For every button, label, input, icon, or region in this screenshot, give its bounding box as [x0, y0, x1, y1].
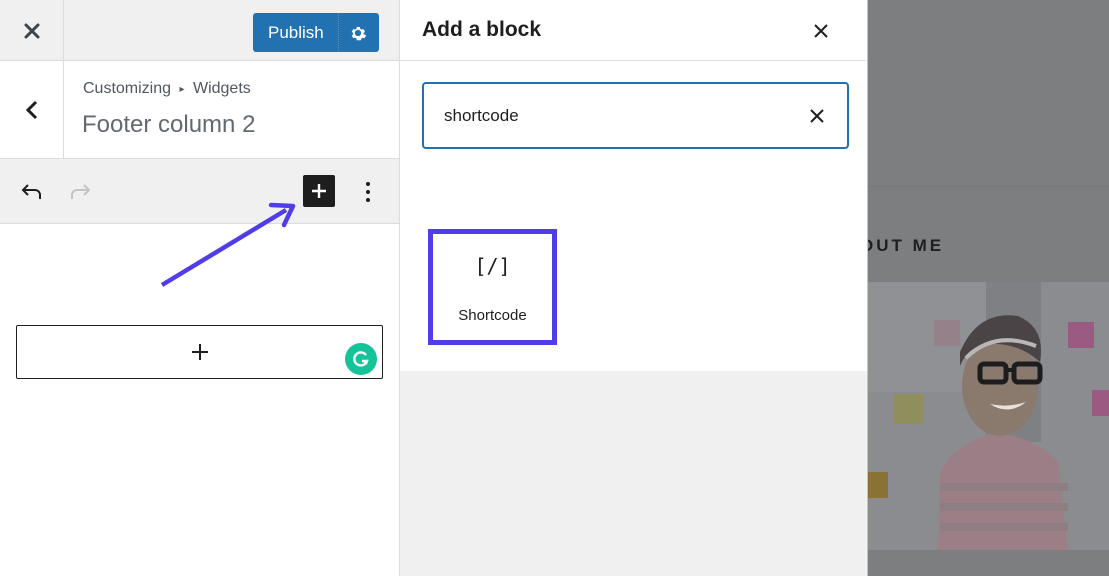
redo-button[interactable] — [63, 175, 97, 209]
grammarly-button[interactable] — [345, 343, 377, 375]
options-menu-button[interactable] — [351, 175, 385, 209]
clear-search-button[interactable] — [801, 100, 833, 132]
section-title: Footer column 2 — [82, 111, 256, 138]
undo-button[interactable] — [15, 175, 49, 209]
preview-divider — [868, 186, 1109, 187]
plus-icon — [312, 184, 326, 198]
more-vertical-icon — [366, 182, 370, 202]
publish-control: Publish — [253, 13, 379, 52]
block-search — [422, 82, 849, 149]
breadcrumb: Customizing ▸ Widgets — [83, 80, 251, 98]
close-icon — [24, 23, 39, 38]
gear-icon — [351, 26, 366, 40]
editor-toolbar — [0, 159, 399, 224]
preview-heading: OUT ME — [868, 236, 945, 255]
back-button[interactable] — [0, 61, 64, 158]
chevron-left-icon — [25, 100, 37, 119]
close-inserter-button[interactable] — [804, 14, 838, 48]
block-result-inner: [/] Shortcode — [433, 234, 552, 340]
close-customizer-button[interactable] — [0, 0, 64, 61]
customizer-header: Publish — [0, 0, 399, 61]
close-icon — [810, 109, 824, 123]
breadcrumb-current: Widgets — [192, 80, 251, 97]
portrait-image — [868, 282, 1109, 550]
shortcode-icon: [/] — [474, 254, 511, 278]
section-header: Customizing ▸ Widgets Footer column 2 — [0, 61, 399, 159]
inserter-header: Add a block — [400, 0, 867, 61]
block-result-shortcode[interactable]: [/] Shortcode — [428, 229, 557, 345]
redo-icon — [71, 184, 91, 199]
plus-icon — [191, 344, 208, 360]
publish-button[interactable]: Publish — [253, 13, 339, 52]
block-search-input[interactable] — [444, 102, 784, 130]
add-block-button[interactable] — [303, 175, 335, 207]
publish-settings-button[interactable] — [339, 13, 377, 52]
block-appender-button[interactable] — [16, 325, 383, 379]
undo-icon — [21, 184, 41, 199]
site-preview: OUT ME — [868, 0, 1109, 576]
customizer-screen: Publish Customizing ▸ Widgets Footer col… — [0, 0, 1109, 576]
preview-photo — [868, 282, 1109, 550]
customizer-sidebar: Publish Customizing ▸ Widgets Footer col… — [0, 0, 400, 576]
breadcrumb-separator: ▸ — [179, 84, 185, 95]
inserter-title: Add a block — [422, 18, 542, 41]
block-result-label: Shortcode — [458, 307, 527, 324]
breadcrumb-parent: Customizing — [83, 80, 172, 97]
close-icon — [814, 24, 828, 38]
grammarly-icon — [353, 351, 369, 367]
